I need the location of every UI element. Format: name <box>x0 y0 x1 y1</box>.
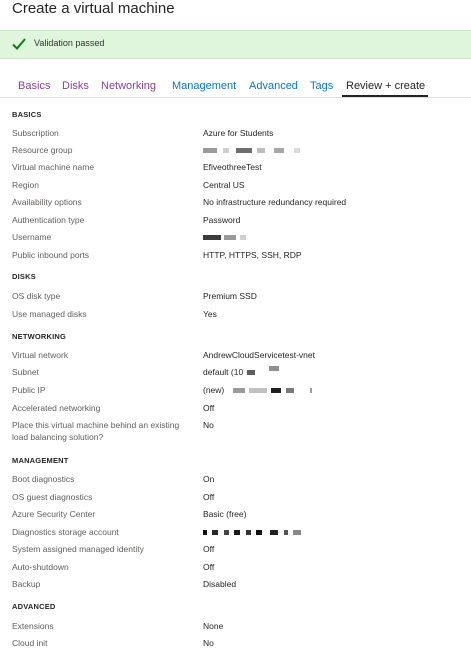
check-icon <box>12 38 26 50</box>
label-auto-shutdown: Auto-shutdown <box>12 562 69 572</box>
redacted-block <box>268 366 279 371</box>
value-virtual-network: AndrewCloudServicetest-vnet <box>203 350 315 360</box>
redacted-block <box>203 235 221 241</box>
redacted-block <box>270 530 279 536</box>
tab-review-create[interactable]: Review + create <box>346 78 425 94</box>
label-backup: Backup <box>12 579 41 589</box>
value-public-ip: (new) <box>203 384 313 396</box>
label-os-guest-diagnostics: OS guest diagnostics <box>12 492 93 502</box>
redacted-block <box>224 235 237 241</box>
label-load-balancing: Place this virtual machine behind an exi… <box>12 420 180 442</box>
value-load-balancing: No <box>203 420 214 430</box>
label-azure-security-center: Azure Security Center <box>12 509 96 519</box>
section-advanced: ADVANCED <box>12 602 56 611</box>
label-region: Region <box>12 180 39 190</box>
label-availability-options: Availability options <box>12 197 82 207</box>
section-management: MANAGEMENT <box>12 456 69 465</box>
value-public-inbound-ports: HTTP, HTTPS, SSH, RDP <box>203 250 302 260</box>
label-public-inbound-ports: Public inbound ports <box>12 250 90 260</box>
redacted-block <box>255 530 262 536</box>
value-username <box>203 231 246 243</box>
value-os-disk-type: Premium SSD <box>203 291 257 301</box>
redacted-block <box>249 388 268 394</box>
redacted-block <box>293 530 301 536</box>
tab-basics[interactable]: Basics <box>18 78 50 94</box>
tab-management[interactable]: Management <box>172 78 236 94</box>
redacted-block <box>285 388 294 394</box>
value-vm-name: EfiveothreeTest <box>203 162 262 172</box>
value-backup: Disabled <box>203 579 237 589</box>
value-os-guest-diagnostics: Off <box>203 492 215 502</box>
tab-tags[interactable]: Tags <box>310 78 333 94</box>
banner-text: Validation passed <box>34 38 105 48</box>
validation-banner: Validation passed <box>0 30 471 59</box>
redacted-block <box>212 530 219 536</box>
value-auto-shutdown: Off <box>203 562 215 572</box>
label-authentication-type: Authentication type <box>12 215 85 225</box>
tab-advanced[interactable]: Advanced <box>249 78 298 94</box>
label-virtual-network: Virtual network <box>12 350 69 360</box>
redacted-block <box>310 388 313 394</box>
tab-divider <box>0 97 471 98</box>
section-networking: NETWORKING <box>12 332 67 341</box>
label-subscription: Subscription <box>12 128 59 138</box>
label-subnet: Subnet <box>12 367 39 377</box>
label-extensions: Extensions <box>12 621 54 631</box>
label-accelerated-networking: Accelerated networking <box>12 403 101 413</box>
value-extensions: None <box>203 621 224 631</box>
value-accelerated-networking: Off <box>203 403 215 413</box>
redacted-block <box>203 530 207 536</box>
value-boot-diagnostics: On <box>203 474 215 484</box>
value-subscription: Azure for Students <box>203 128 274 138</box>
redacted-block <box>273 148 284 154</box>
redacted-block <box>223 530 229 536</box>
redacted-block <box>232 388 245 394</box>
redacted-block <box>223 148 230 154</box>
value-availability-options: No infrastructure redundancy required <box>203 197 347 207</box>
value-resource-group <box>203 144 300 156</box>
redacted-block <box>246 370 255 376</box>
value-region: Central US <box>203 180 245 190</box>
label-managed-identity: System assigned managed identity <box>12 544 144 554</box>
section-disks: DISKS <box>12 272 36 281</box>
redacted-block <box>203 148 217 154</box>
tab-disks[interactable]: Disks <box>62 78 89 94</box>
label-username: Username <box>12 232 52 242</box>
redacted-block <box>257 148 266 154</box>
value-cloud-init: No <box>203 638 214 648</box>
redacted-block <box>239 235 246 241</box>
section-basics: BASICS <box>12 110 42 119</box>
label-os-disk-type: OS disk type <box>12 291 61 301</box>
value-diagnostics-storage-account <box>203 526 301 538</box>
page-title: Create a virtual machine <box>12 0 175 17</box>
active-tab-indicator <box>342 95 428 97</box>
redacted-block <box>283 530 288 536</box>
label-boot-diagnostics: Boot diagnostics <box>12 474 75 484</box>
label-diagnostics-storage-account: Diagnostics storage account <box>12 527 119 537</box>
value-use-managed-disks: Yes <box>203 309 217 319</box>
label-resource-group: Resource group <box>12 145 73 155</box>
redacted-block <box>245 530 251 536</box>
public-ip-text: (new) <box>203 385 225 395</box>
redacted-block <box>293 148 300 154</box>
label-use-managed-disks: Use managed disks <box>12 309 87 319</box>
value-subnet: default (10 <box>203 366 279 378</box>
redacted-block <box>234 530 241 536</box>
label-vm-name: Virtual machine name <box>12 162 95 172</box>
value-authentication-type: Password <box>203 215 241 225</box>
value-managed-identity: Off <box>203 544 215 554</box>
value-azure-security-center: Basic (free) <box>203 509 247 519</box>
tab-networking[interactable]: Networking <box>101 78 156 94</box>
label-public-ip: Public IP <box>12 385 46 395</box>
subnet-text: default (10 <box>203 367 244 377</box>
label-cloud-init: Cloud init <box>12 638 48 648</box>
redacted-block <box>271 388 282 394</box>
redacted-block <box>235 148 252 154</box>
